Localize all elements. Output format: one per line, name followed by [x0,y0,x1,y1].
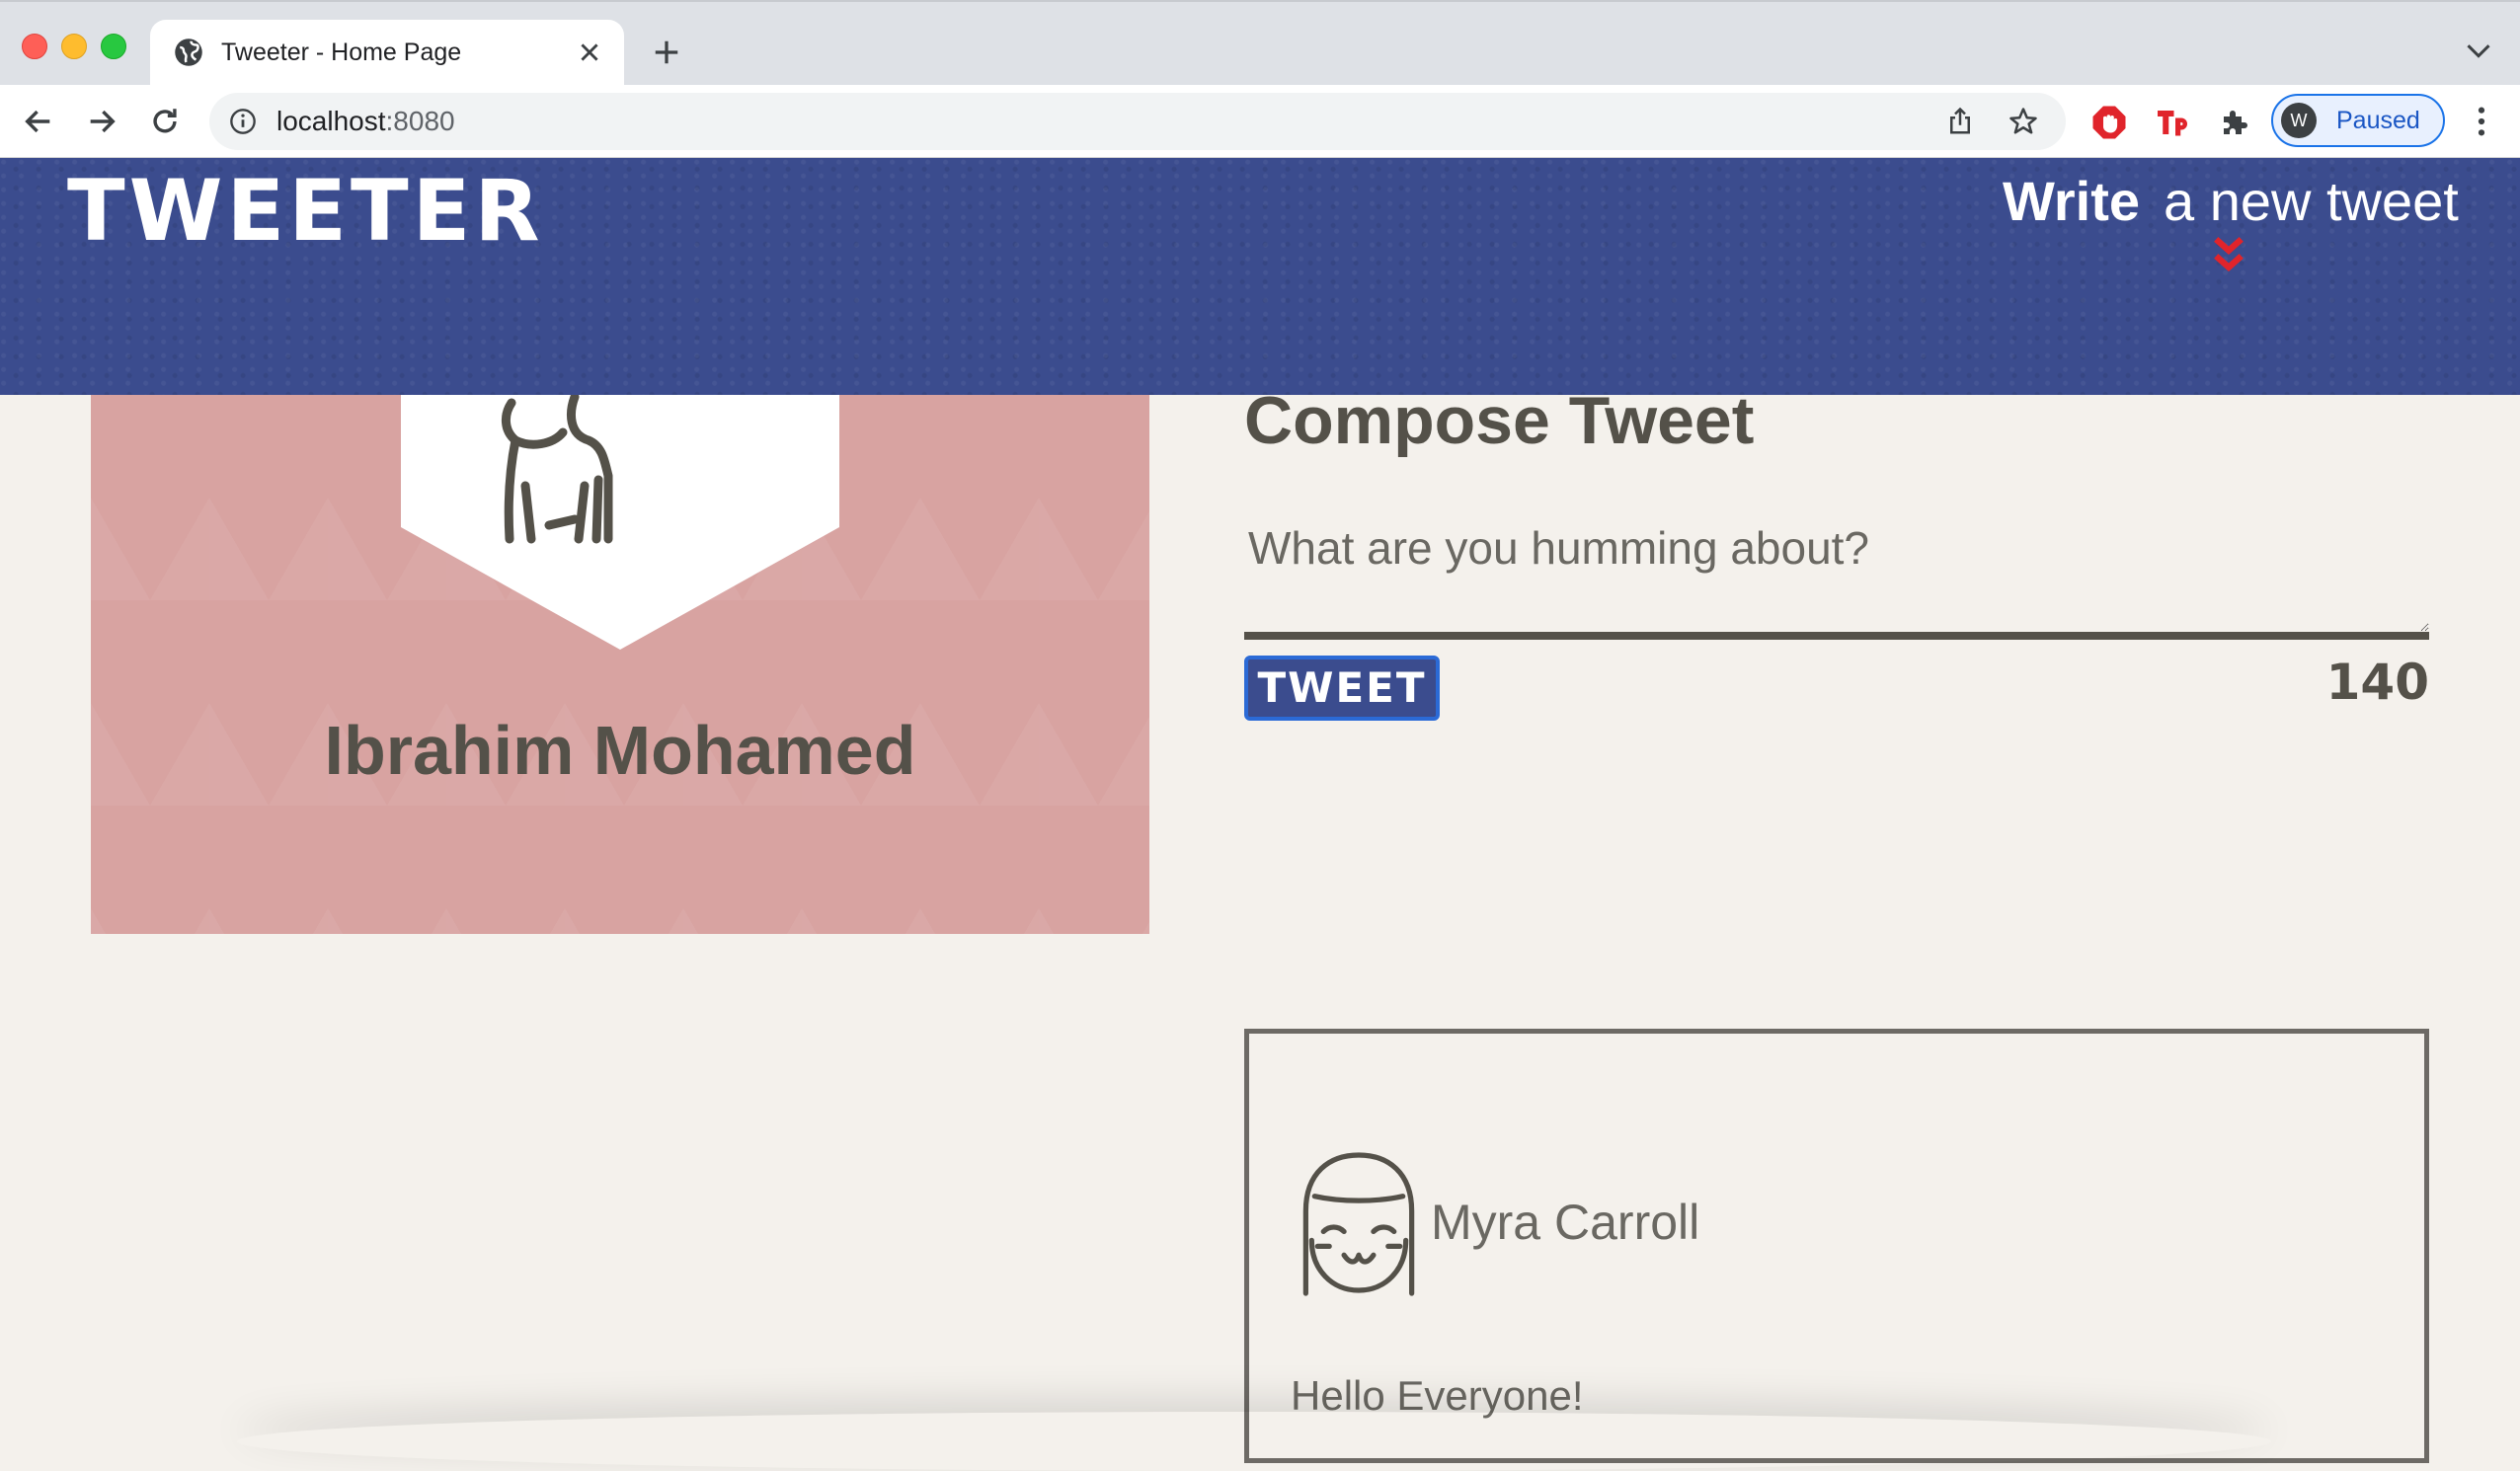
back-arrow-icon[interactable] [22,105,55,138]
site-logo[interactable]: TWEETER [67,162,544,261]
profile-avatar-badge [401,395,839,650]
tweet-input[interactable] [1244,511,2429,640]
tweet-author-name: Myra Carroll [1431,1195,1700,1250]
adblock-extension-icon[interactable] [2091,105,2127,140]
tweet-submit-button[interactable]: TWEET [1244,656,1440,721]
close-tab-icon[interactable] [577,39,602,65]
browser-tab[interactable]: Tweeter - Home Page [150,20,624,87]
url-port: :8080 [385,106,455,136]
extensions-puzzle-icon[interactable] [2218,105,2253,140]
url-host: localhost [276,106,386,136]
profile-button[interactable]: W Paused [2271,94,2445,147]
write-new-tweet-link[interactable]: Write a new tweet [2003,166,2459,237]
url-text[interactable]: localhost:8080 [276,105,455,138]
new-tab-icon[interactable] [652,38,681,67]
forward-arrow-icon[interactable] [85,105,118,138]
tab-title: Tweeter - Home Page [221,39,462,66]
character-counter: 140 [2325,654,2429,711]
tp-extension-icon[interactable] [2155,105,2190,140]
write-label-rest: a new tweet [2164,170,2459,232]
double-chevron-down-icon[interactable] [2212,235,2245,274]
window-minimize-button[interactable] [61,34,87,59]
write-label-bold: Write [2003,170,2140,232]
browser-toolbar: localhost:8080 W Paused [0,85,2520,158]
tweet-card: Myra Carroll Hello Everyone! [1244,1029,2429,1463]
browser-tab-bar: Tweeter - Home Page [0,0,2520,87]
profile-status: Paused [2336,107,2420,134]
more-menu-icon[interactable] [2467,105,2496,138]
user-avatar-icon [1302,1152,1415,1296]
bookmark-star-icon[interactable] [2008,107,2038,136]
chevron-down-icon[interactable] [2465,41,2492,61]
site-info-icon[interactable] [229,108,257,135]
globe-icon [175,39,202,66]
window-close-button[interactable] [22,34,47,59]
share-icon[interactable] [1945,107,1975,136]
window-zoom-button[interactable] [101,34,126,59]
page-bottom-shadow [237,1412,2271,1471]
address-bar[interactable]: localhost:8080 [209,93,2066,150]
site-navbar: TWEETER Write a new tweet [0,158,2520,395]
profile-name: Ibrahim Mohamed [324,712,916,789]
user-profile-card: Ibrahim Mohamed [91,395,1149,934]
reload-icon[interactable] [148,105,182,138]
profile-avatar: W [2281,103,2317,138]
